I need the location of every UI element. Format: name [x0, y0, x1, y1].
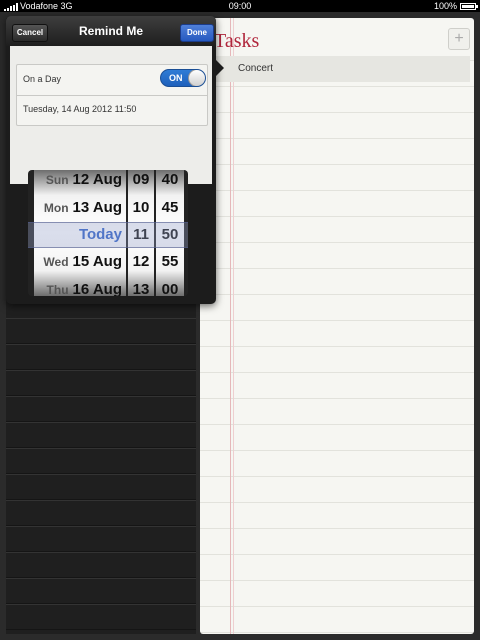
list-row[interactable]	[6, 474, 196, 500]
picker-hour-cell[interactable]: 12	[128, 248, 154, 276]
status-bar: Vodafone 3G 09:00 100%	[0, 0, 480, 12]
cancel-button[interactable]: Cancel	[12, 24, 48, 42]
list-row[interactable]	[6, 604, 196, 630]
list-row[interactable]	[6, 500, 196, 526]
clock: 09:00	[228, 1, 252, 11]
picker-minute-cell[interactable]: 40	[156, 170, 184, 194]
list-row[interactable]	[6, 578, 196, 604]
battery-status: 100%	[433, 0, 478, 12]
popover-header: Remind Me Cancel Done	[6, 16, 216, 46]
list-row[interactable]	[6, 552, 196, 578]
done-button[interactable]: Done	[180, 24, 214, 42]
picker-hour-cell-selected[interactable]: 11	[128, 221, 154, 249]
list-row[interactable]	[6, 526, 196, 552]
on-a-day-toggle[interactable]: ON	[160, 69, 206, 87]
date-wheel[interactable]: Sun 12 Aug Mon 13 Aug Today Wed 15 Aug Thu 1…	[34, 170, 126, 296]
reminder-date-value[interactable]: Tuesday, 14 Aug 2012 11:50	[23, 104, 136, 114]
picker-minute-cell-selected[interactable]: 50	[156, 221, 184, 249]
toggle-knob	[188, 70, 205, 86]
task-row[interactable]: Concert	[200, 56, 470, 82]
picker-minute-cell[interactable]: 55	[156, 248, 184, 276]
battery-icon	[460, 2, 478, 10]
picker-hour-cell[interactable]: 13	[128, 276, 154, 296]
list-row[interactable]	[6, 318, 196, 344]
picker-date-cell[interactable]: Mon 13 Aug	[34, 194, 122, 222]
picker-date-cell-selected[interactable]: Today	[34, 221, 122, 249]
picker-hour-cell[interactable]: 09	[128, 170, 154, 194]
popover-arrow	[214, 58, 224, 78]
popover-body: On a Day ON Tuesday, 14 Aug 2012 11:50	[10, 46, 212, 184]
list-row[interactable]	[6, 422, 196, 448]
picker-date-cell[interactable]: Wed 15 Aug	[34, 248, 122, 276]
minute-wheel[interactable]: 40 45 50 55 00	[156, 170, 184, 296]
on-a-day-label: On a Day	[23, 74, 62, 84]
reminder-settings-group: On a Day ON Tuesday, 14 Aug 2012 11:50	[16, 64, 208, 126]
hour-wheel[interactable]: 09 10 11 12 13	[128, 170, 154, 296]
tasks-notepad: Tasks + Concert	[200, 18, 474, 634]
picker-minute-cell[interactable]: 45	[156, 194, 184, 222]
battery-percent: 100%	[433, 1, 457, 11]
picker-date-cell[interactable]: Sun 12 Aug	[34, 170, 122, 194]
margin-line	[230, 18, 231, 634]
toggle-label: ON	[169, 73, 183, 83]
task-label: Concert	[238, 63, 274, 74]
date-time-picker[interactable]: Sun 12 Aug Mon 13 Aug Today Wed 15 Aug Thu 1…	[28, 170, 188, 296]
list-row[interactable]	[6, 396, 196, 422]
list-row[interactable]	[6, 344, 196, 370]
picker-hour-cell[interactable]: 10	[128, 194, 154, 222]
picker-minute-cell[interactable]: 00	[156, 276, 184, 296]
picker-date-cell[interactable]: Thu 16 Aug	[34, 276, 122, 296]
list-row[interactable]	[6, 370, 196, 396]
margin-line	[233, 18, 234, 634]
page-title: Tasks	[214, 30, 260, 52]
list-row[interactable]	[6, 448, 196, 474]
add-task-button[interactable]: +	[448, 28, 470, 50]
divider	[17, 95, 207, 96]
